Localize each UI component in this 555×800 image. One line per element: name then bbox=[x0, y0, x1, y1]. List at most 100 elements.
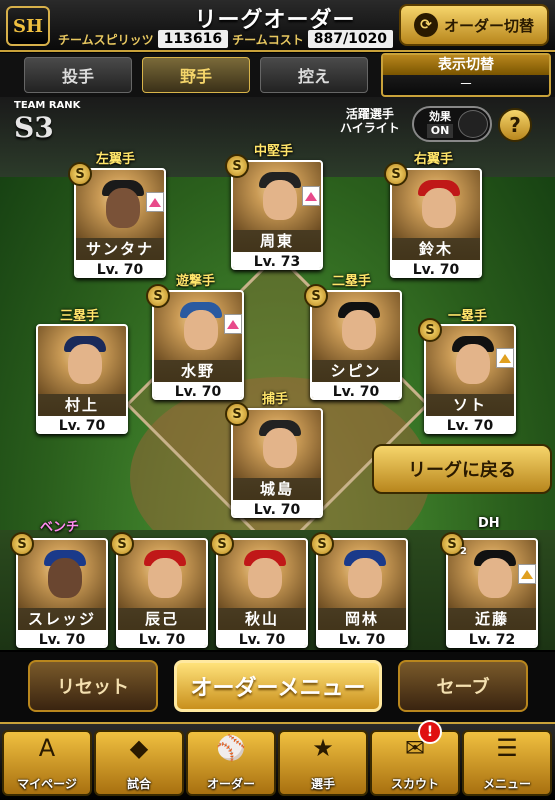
player-name: 辰己 bbox=[118, 608, 206, 630]
player-name: 岡林 bbox=[318, 608, 406, 630]
player-portrait bbox=[38, 326, 126, 394]
player-name: スレッジ bbox=[18, 608, 106, 630]
order-switch-button[interactable]: ⟳ オーダー切替 bbox=[399, 4, 549, 46]
arrow-up-icon bbox=[224, 314, 242, 334]
player-name: ソト bbox=[426, 394, 514, 416]
player-level: Lv. 70 bbox=[18, 630, 106, 646]
s-rank-coin-icon: S bbox=[225, 402, 249, 426]
arrow-up-icon bbox=[518, 564, 536, 584]
bench-card[interactable]: スレッジ Lv. 70 bbox=[16, 538, 108, 648]
team-cost-label: チームコスト bbox=[232, 32, 304, 47]
highlight-label: 活躍選手 ハイライト bbox=[340, 107, 400, 135]
player-card-left-field[interactable]: サンタナ Lv. 70 bbox=[74, 168, 166, 278]
bench-card[interactable]: 辰己 Lv. 70 bbox=[116, 538, 208, 648]
s-rank-coin-icon: S bbox=[225, 154, 249, 178]
player-card-center-field[interactable]: 周東 Lv. 73 bbox=[231, 160, 323, 270]
bench-card[interactable]: 秋山 Lv. 70 bbox=[216, 538, 308, 648]
player-level: Lv. 70 bbox=[392, 260, 480, 276]
highlight-toggle[interactable]: 効果 ON bbox=[412, 106, 492, 142]
header-bar: SH リーグオーダー チームスピリッツ 113616 チームコスト 887/10… bbox=[0, 0, 555, 52]
bottom-nav: A マイページ ◆ 試合 ⚾ オーダー ★ 選手 ✉ スカウト ☰ メニュー bbox=[0, 722, 555, 800]
player-level: Lv. 73 bbox=[233, 252, 321, 268]
dh-label: DH bbox=[478, 516, 500, 531]
help-button[interactable]: ? bbox=[498, 108, 532, 142]
position-tabs: 投手 野手 控え 表示切替 － bbox=[0, 53, 555, 97]
coin-rank-number: 2 bbox=[460, 546, 467, 557]
s-rank-coin-icon: S bbox=[68, 162, 92, 186]
team-spirits-value: 113616 bbox=[157, 30, 229, 48]
player-icon: ★ bbox=[312, 734, 334, 762]
s-rank-coin-icon: S bbox=[110, 532, 134, 556]
player-name: シピン bbox=[312, 360, 400, 382]
highlight-label-line1: 活躍選手 bbox=[345, 107, 394, 121]
player-name: 鈴木 bbox=[392, 238, 480, 260]
s-rank-coin-icon: S bbox=[310, 532, 334, 556]
field-icon: ⚾ bbox=[216, 734, 246, 762]
player-card-catcher[interactable]: 城島 Lv. 70 bbox=[231, 408, 323, 518]
nav-label: スカウト bbox=[390, 777, 439, 791]
nav-label: オーダー bbox=[206, 777, 255, 791]
nav-scout[interactable]: ✉ スカウト bbox=[370, 730, 460, 796]
scout-icon: ✉ bbox=[404, 734, 426, 762]
toggle-state: ON bbox=[426, 124, 454, 138]
arrow-up-icon bbox=[302, 186, 320, 206]
s-rank-coin-icon: S bbox=[10, 532, 34, 556]
tab-fielder[interactable]: 野手 bbox=[142, 57, 250, 93]
nav-label: 試合 bbox=[126, 777, 151, 791]
player-name: 城島 bbox=[233, 478, 321, 500]
back-to-league-button[interactable]: リーグに戻る bbox=[372, 444, 552, 494]
nav-label: マイページ bbox=[17, 777, 77, 791]
team-rank: TEAM RANK S3 bbox=[14, 100, 80, 144]
bench-card[interactable]: 岡林 Lv. 70 bbox=[316, 538, 408, 648]
nav-match[interactable]: ◆ 試合 bbox=[94, 730, 184, 796]
tab-pitcher[interactable]: 投手 bbox=[24, 57, 132, 93]
player-card-right-field[interactable]: 鈴木 Lv. 70 bbox=[390, 168, 482, 278]
order-menu-button[interactable]: オーダーメニュー bbox=[174, 660, 382, 712]
pos-label-catcher: 捕手 bbox=[262, 392, 289, 407]
highlight-label-line2: ハイライト bbox=[340, 121, 400, 135]
player-level: Lv. 70 bbox=[76, 260, 164, 276]
display-switch-value: － bbox=[459, 77, 473, 93]
nav-players[interactable]: ★ 選手 bbox=[278, 730, 368, 796]
reset-button[interactable]: リセット bbox=[28, 660, 158, 712]
player-level: Lv. 70 bbox=[218, 630, 306, 646]
nav-order[interactable]: ⚾ オーダー bbox=[186, 730, 276, 796]
pos-label-shortstop: 遊撃手 bbox=[176, 274, 216, 289]
toggle-label: 効果 bbox=[429, 110, 451, 123]
player-name: 周東 bbox=[233, 230, 321, 252]
pos-label-center-field: 中堅手 bbox=[254, 144, 294, 159]
bench-label: ベンチ bbox=[40, 520, 80, 535]
player-level: Lv. 70 bbox=[312, 382, 400, 398]
display-switch[interactable]: 表示切替 － bbox=[381, 53, 551, 97]
arrow-up-icon bbox=[496, 348, 514, 368]
team-rank-value: S3 bbox=[14, 111, 54, 144]
nav-mypage[interactable]: A マイページ bbox=[2, 730, 92, 796]
order-switch-label: オーダー切替 bbox=[443, 16, 534, 35]
team-rank-label: TEAM RANK bbox=[14, 100, 81, 111]
tab-reserve[interactable]: 控え bbox=[260, 57, 368, 93]
toggle-text: 効果 ON bbox=[420, 110, 460, 138]
nav-menu[interactable]: ☰ メニュー bbox=[462, 730, 552, 796]
arrow-up-icon bbox=[146, 192, 164, 212]
player-name: サンタナ bbox=[76, 238, 164, 260]
save-button[interactable]: セーブ bbox=[398, 660, 528, 712]
s-rank-coin-icon: S bbox=[304, 284, 328, 308]
player-card-shortstop[interactable]: 水野 Lv. 70 bbox=[152, 290, 244, 400]
player-card-first-base[interactable]: ソト Lv. 70 bbox=[424, 324, 516, 434]
toggle-knob bbox=[458, 110, 488, 138]
scout-notification-badge: ! bbox=[418, 720, 442, 744]
player-level: Lv. 70 bbox=[118, 630, 206, 646]
swap-icon: ⟳ bbox=[413, 13, 438, 37]
pos-label-first-base: 一塁手 bbox=[448, 309, 488, 324]
player-name: 秋山 bbox=[218, 608, 306, 630]
s-rank-coin-icon: S bbox=[210, 532, 234, 556]
player-card-third-base[interactable]: 村上 Lv. 70 bbox=[36, 324, 128, 434]
player-card-second-base[interactable]: シピン Lv. 70 bbox=[310, 290, 402, 400]
nav-label: 選手 bbox=[310, 777, 335, 791]
action-bar: リセット オーダーメニュー セーブ bbox=[0, 652, 555, 722]
pos-label-right-field: 右翼手 bbox=[414, 152, 454, 167]
mypage-icon: A bbox=[38, 734, 56, 762]
player-level: Lv. 70 bbox=[426, 416, 514, 432]
player-level: Lv. 70 bbox=[233, 500, 321, 516]
team-cost-value: 887/1020 bbox=[307, 30, 394, 48]
